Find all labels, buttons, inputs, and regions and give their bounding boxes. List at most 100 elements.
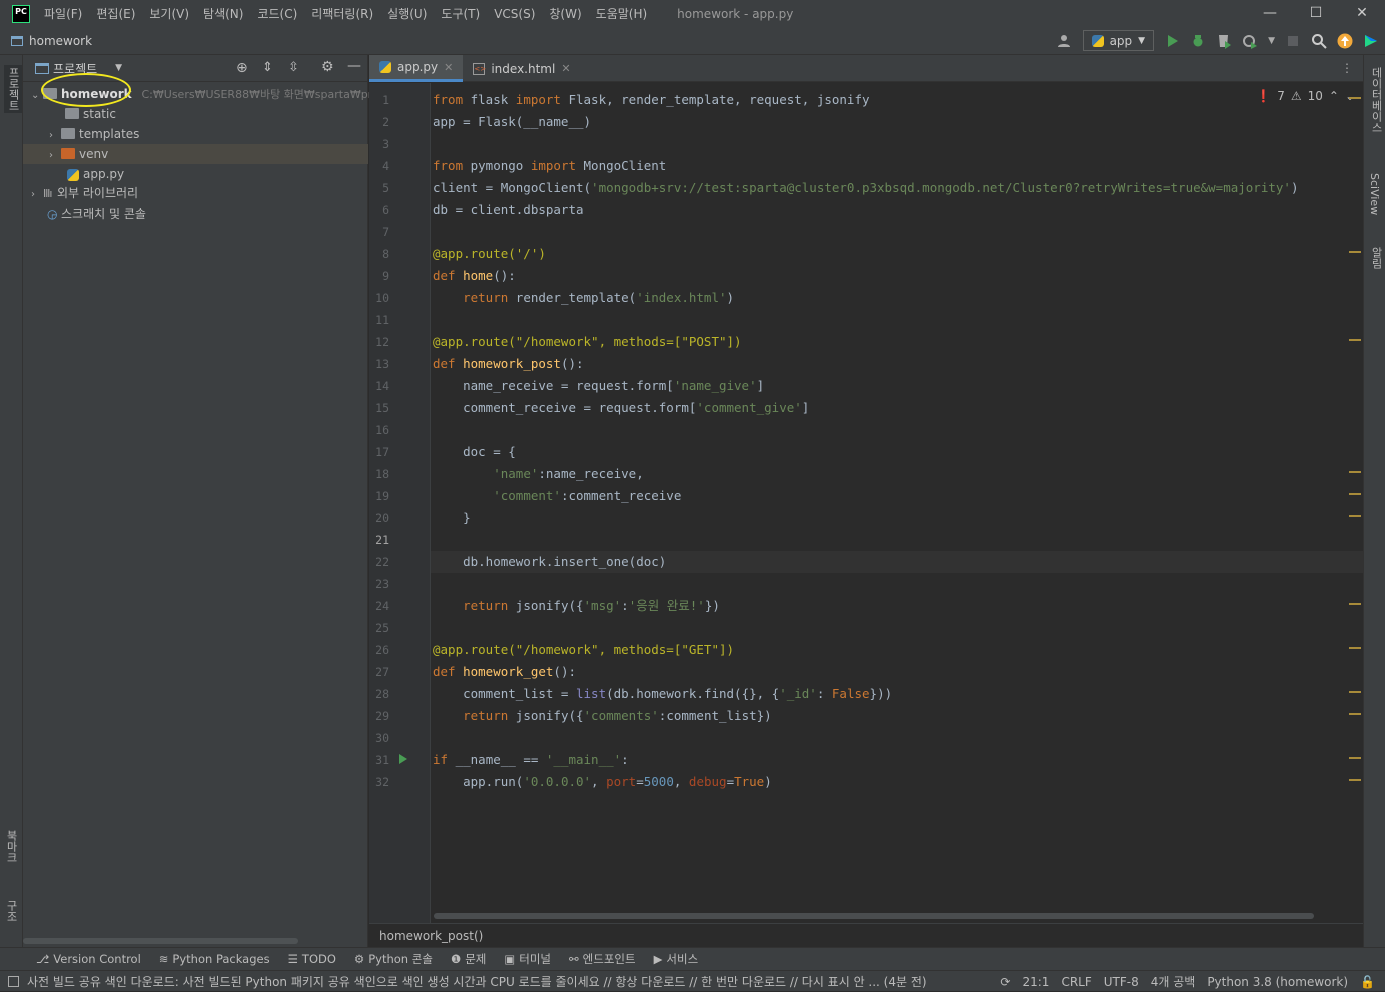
close-tab-icon[interactable]: ✕: [444, 61, 453, 74]
run-config-select[interactable]: app ▼: [1082, 30, 1155, 51]
chevron-right-icon[interactable]: ›: [49, 146, 61, 166]
tool-terminal[interactable]: ▣ 터미널: [504, 951, 551, 967]
maximize-button[interactable]: ☐: [1293, 0, 1339, 27]
tool-endpoints[interactable]: ⚯ 엔드포인트: [569, 951, 636, 967]
locate-icon[interactable]: ⊕: [236, 60, 248, 76]
warning-stripe-mark[interactable]: [1349, 493, 1361, 495]
code-line[interactable]: db.homework.insert_one(doc): [433, 551, 666, 573]
tool-services[interactable]: ▶ 서비스: [654, 951, 699, 967]
more-tabs-icon[interactable]: ⋮: [1341, 61, 1353, 75]
chevron-down-icon[interactable]: ▼: [115, 63, 122, 73]
close-tab-icon[interactable]: ✕: [561, 62, 570, 75]
code-line[interactable]: comment_receive = request.form['comment_…: [433, 397, 809, 419]
code-line[interactable]: app = Flask(__name__): [433, 111, 591, 133]
tool-windows-icon[interactable]: [8, 975, 19, 987]
code-line[interactable]: doc = {: [433, 441, 516, 463]
code-line[interactable]: }: [433, 507, 471, 529]
minimize-button[interactable]: —: [1247, 0, 1293, 27]
user-icon[interactable]: [1057, 33, 1073, 49]
code-line[interactable]: @app.route("/homework", methods=["POST"]…: [433, 331, 742, 353]
menu-view[interactable]: 보기(V): [149, 5, 189, 22]
code-line[interactable]: return render_template('index.html'): [433, 287, 734, 309]
expand-all-icon[interactable]: ⇕: [262, 60, 273, 75]
indent-setting[interactable]: 4개 공백: [1151, 973, 1196, 990]
warning-stripe-mark[interactable]: [1349, 251, 1361, 253]
tool-problems[interactable]: ❶ 문제: [451, 951, 486, 967]
cursor-position[interactable]: 21:1: [1022, 975, 1049, 989]
search-icon[interactable]: [1311, 33, 1327, 49]
menu-navigate[interactable]: 탐색(N): [203, 5, 243, 22]
menu-edit[interactable]: 편집(E): [96, 5, 135, 22]
menu-window[interactable]: 창(W): [549, 5, 581, 22]
gear-icon[interactable]: ⚙: [321, 59, 334, 75]
warning-stripe-mark[interactable]: [1349, 603, 1361, 605]
tool-python-console[interactable]: ⚙ Python 콘솔: [354, 951, 433, 967]
chevron-down-icon[interactable]: ▼: [1268, 36, 1275, 46]
code-line[interactable]: 'comment':comment_receive: [433, 485, 681, 507]
code-line[interactable]: def home():: [433, 265, 516, 287]
tab-app-py[interactable]: app.py ✕: [369, 55, 464, 82]
chevron-down-icon[interactable]: ⌄: [1345, 89, 1355, 103]
file-encoding[interactable]: UTF-8: [1104, 975, 1139, 989]
code-line[interactable]: from flask import Flask, render_template…: [433, 89, 870, 111]
code-line[interactable]: name_receive = request.form['name_give']: [433, 375, 764, 397]
chevron-right-icon[interactable]: ›: [49, 126, 61, 146]
status-message[interactable]: 사전 빌드 공유 색인 다운로드: 사전 빌드된 Python 패키지 공유 색…: [27, 973, 927, 990]
interpreter[interactable]: Python 3.8 (homework): [1207, 975, 1348, 989]
warning-stripe-mark[interactable]: [1349, 713, 1361, 715]
chevron-right-icon[interactable]: ›: [31, 185, 43, 205]
warning-stripe-mark[interactable]: [1349, 471, 1361, 473]
code-line[interactable]: @app.route('/'): [433, 243, 546, 265]
code-line[interactable]: db = client.dbsparta: [433, 199, 584, 221]
line-separator[interactable]: CRLF: [1061, 975, 1091, 989]
tree-item-venv[interactable]: › venv: [23, 144, 368, 164]
code-line[interactable]: def homework_post():: [433, 353, 584, 375]
tab-notifications[interactable]: 알림: [1368, 247, 1384, 269]
menu-vcs[interactable]: VCS(S): [494, 7, 535, 21]
stop-icon[interactable]: [1285, 33, 1301, 49]
code-line[interactable]: 'name':name_receive,: [433, 463, 644, 485]
tab-bookmarks[interactable]: 북마크: [3, 830, 19, 863]
code-line[interactable]: client = MongoClient('mongodb+srv://test…: [433, 177, 1298, 199]
coverage-icon[interactable]: [1216, 33, 1232, 49]
chevron-up-icon[interactable]: ⌃: [1329, 89, 1339, 103]
inspection-widget[interactable]: ❗ 7 ⚠ 10 ⌃ ⌄: [1256, 89, 1355, 103]
tool-todo[interactable]: ☰ TODO: [288, 952, 336, 966]
tab-project[interactable]: 프로젝트: [4, 65, 22, 113]
code-line[interactable]: return jsonify({'msg':'응원 완료!'}): [433, 595, 720, 617]
warning-stripe-mark[interactable]: [1349, 779, 1361, 781]
horizontal-scrollbar[interactable]: [23, 938, 298, 944]
tree-item-templates[interactable]: › templates: [23, 124, 368, 144]
collapse-all-icon[interactable]: ⇳: [288, 60, 299, 75]
warning-stripe-mark[interactable]: [1349, 339, 1361, 341]
editor-horizontal-scrollbar[interactable]: [434, 913, 1314, 919]
close-button[interactable]: ✕: [1339, 0, 1385, 27]
editor-breadcrumb[interactable]: homework_post(): [369, 923, 1363, 947]
warning-stripe-mark[interactable]: [1349, 647, 1361, 649]
menu-file[interactable]: 파일(F): [44, 5, 82, 22]
profile-icon[interactable]: [1242, 33, 1258, 49]
sync-icon[interactable]: ⟳: [1000, 975, 1010, 989]
menu-code[interactable]: 코드(C): [257, 5, 297, 22]
update-icon[interactable]: [1337, 33, 1353, 49]
warning-stripe-mark[interactable]: [1349, 691, 1361, 693]
menu-refactor[interactable]: 리팩터링(R): [311, 5, 373, 22]
menu-help[interactable]: 도움말(H): [596, 5, 648, 22]
debug-icon[interactable]: [1190, 33, 1206, 49]
tree-item-static[interactable]: static: [23, 104, 368, 124]
warning-stripe-mark[interactable]: [1349, 97, 1361, 99]
menu-run[interactable]: 실행(U): [387, 5, 427, 22]
code-area[interactable]: from flask import Flask, render_template…: [431, 83, 1363, 923]
code-line[interactable]: @app.route("/homework", methods=["GET"]): [433, 639, 734, 661]
tool-version-control[interactable]: ⎇ Version Control: [36, 952, 141, 966]
tab-structure[interactable]: 구조: [3, 900, 19, 922]
run-gutter-icon[interactable]: [399, 754, 407, 764]
warning-stripe-mark[interactable]: [1349, 515, 1361, 517]
breadcrumb-project[interactable]: homework: [29, 34, 92, 48]
code-line[interactable]: comment_list = list(db.homework.find({},…: [433, 683, 892, 705]
tab-sciview[interactable]: SciView: [1368, 173, 1381, 215]
hide-icon[interactable]: —: [347, 58, 361, 74]
code-line[interactable]: def homework_get():: [433, 661, 576, 683]
code-line[interactable]: from pymongo import MongoClient: [433, 155, 666, 177]
tool-python-packages[interactable]: ≋ Python Packages: [159, 952, 270, 966]
